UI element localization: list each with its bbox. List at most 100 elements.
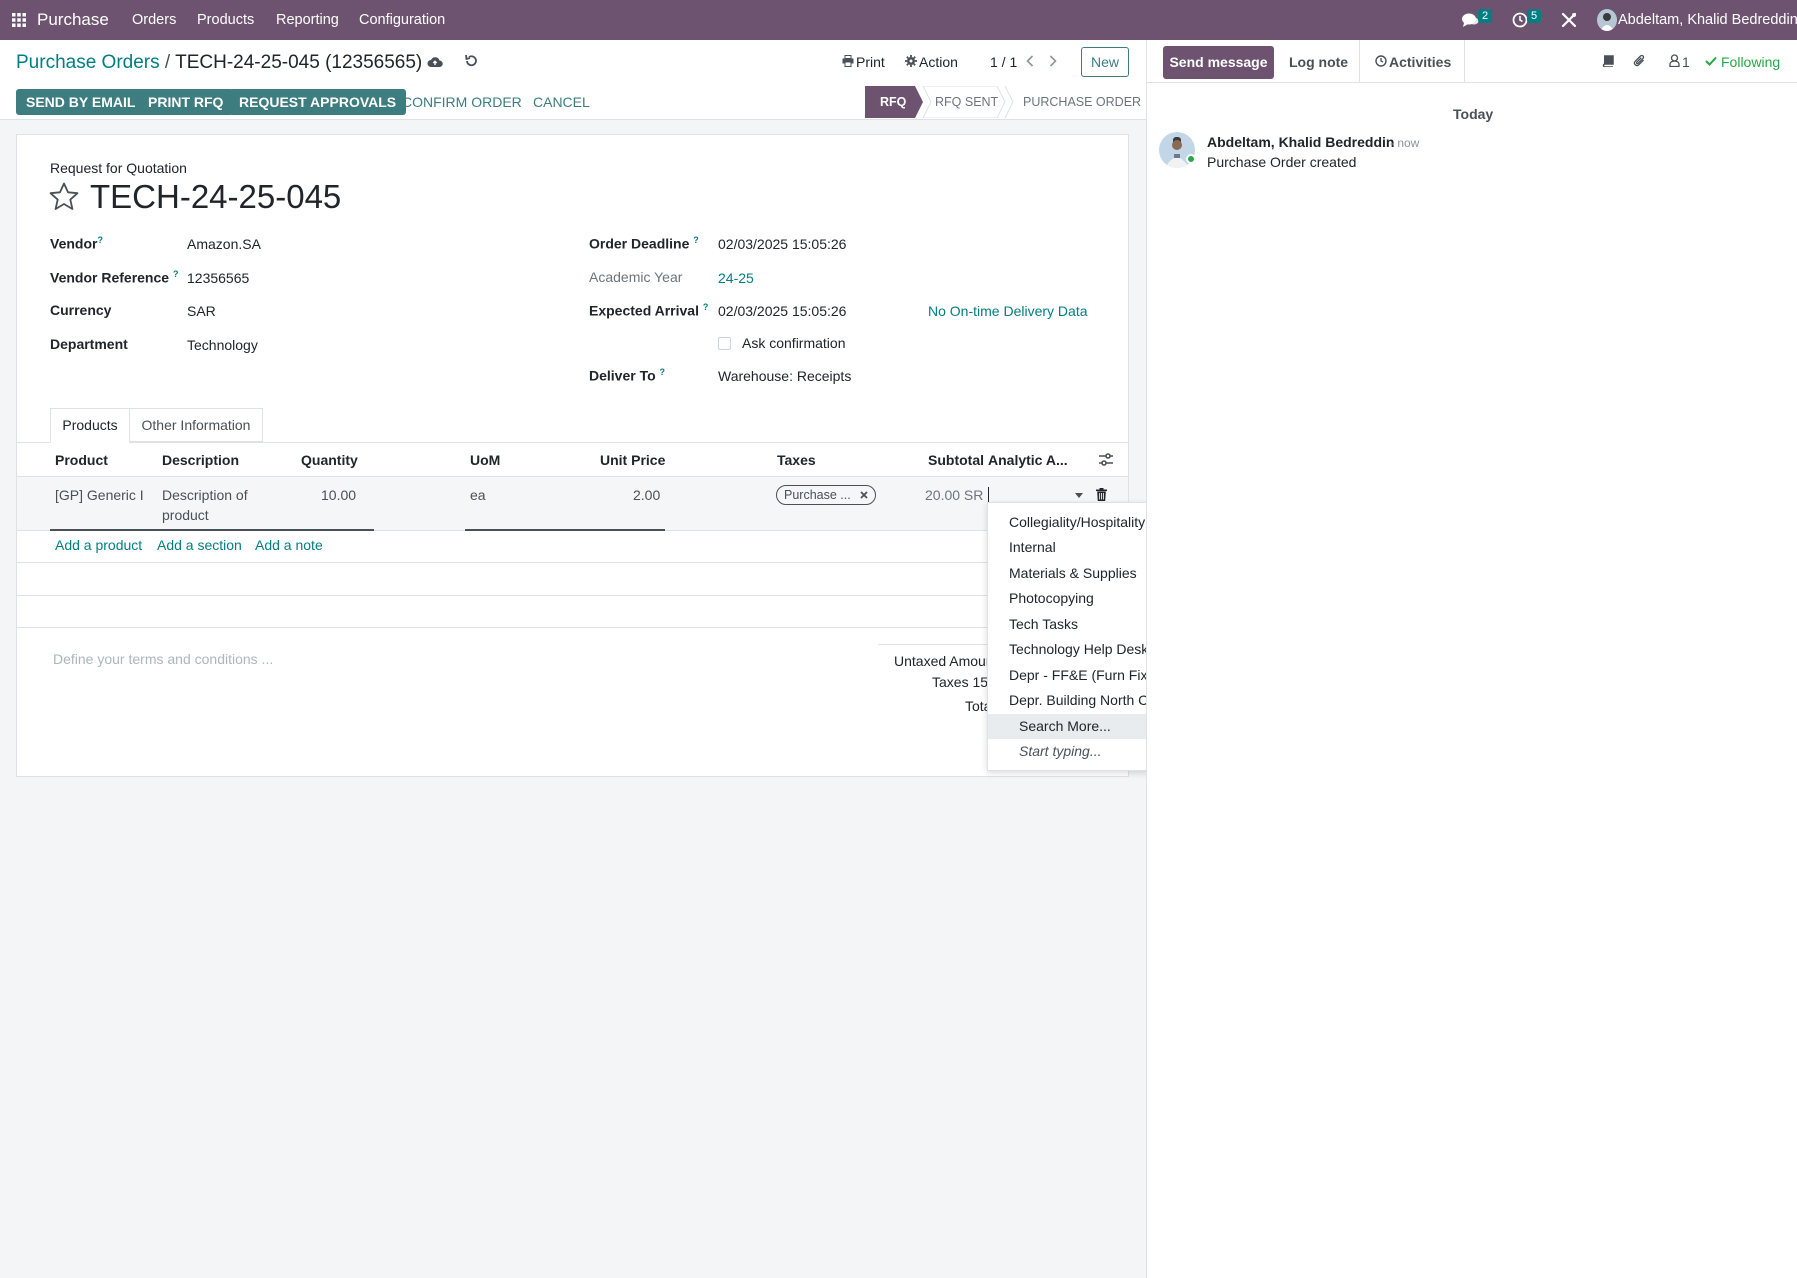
stage-rfq[interactable]: RFQ: [880, 95, 906, 110]
action-button[interactable]: Action: [919, 54, 958, 71]
col-subtotal[interactable]: Subtotal: [928, 452, 984, 469]
col-product[interactable]: Product: [55, 452, 108, 469]
following-button[interactable]: Following: [1721, 54, 1780, 71]
line-input-underline-2: [465, 529, 665, 531]
chatter-divider: [1464, 40, 1465, 82]
breadcrumb-parent[interactable]: Purchase Orders: [16, 52, 160, 73]
expected-arrival-field[interactable]: 02/03/2025 15:05:26: [718, 303, 846, 319]
vendor-field[interactable]: Amazon.SA: [187, 236, 261, 252]
cancel-button[interactable]: CANCEL: [527, 89, 596, 115]
line-unit-price-field[interactable]: 2.00: [633, 487, 660, 504]
chatter-divider: [1359, 40, 1360, 82]
confirm-order-button[interactable]: CONFIRM ORDER: [396, 89, 528, 115]
log-note-button[interactable]: Log note: [1289, 54, 1348, 71]
chatter-topbar-border: [1147, 82, 1797, 83]
tab-other-information[interactable]: Other Information: [130, 408, 263, 442]
discard-undo-icon[interactable]: [464, 54, 478, 68]
add-product-link[interactable]: Add a product: [55, 537, 142, 554]
followers-count[interactable]: 1: [1682, 54, 1690, 71]
line-product-field[interactable]: [GP] Generic I: [55, 487, 144, 504]
untaxed-amount-label: Untaxed Amour: [894, 653, 991, 669]
tax-tag[interactable]: Purchase ...: [776, 485, 876, 505]
document-type: Request for Quotation: [50, 160, 187, 176]
followers-person-icon[interactable]: [1669, 54, 1680, 67]
line-quantity-field[interactable]: 10.00: [321, 487, 356, 504]
pager[interactable]: 1 / 1: [990, 54, 1017, 71]
vendor-label: Vendor?: [50, 235, 103, 252]
tab-products[interactable]: Products: [50, 408, 130, 443]
menu-products[interactable]: Products: [197, 12, 254, 29]
currency-field[interactable]: SAR: [187, 303, 216, 319]
terms-and-conditions-input[interactable]: Define your terms and conditions ...: [53, 651, 273, 668]
col-unit-price[interactable]: Unit Price: [600, 452, 665, 469]
tag-remove-icon[interactable]: [860, 491, 868, 499]
send-message-button[interactable]: Send message: [1163, 46, 1274, 79]
gear-icon[interactable]: [905, 55, 917, 67]
chatter-panel: Send message Log note Activities 1 Follo…: [1146, 40, 1797, 1278]
optional-columns-sliders-icon[interactable]: [1099, 453, 1113, 466]
expected-arrival-label: Expected Arrival ?: [589, 302, 709, 319]
request-approvals-button[interactable]: REQUEST APPROVALS: [229, 89, 407, 115]
menu-configuration[interactable]: Configuration: [359, 12, 445, 29]
col-taxes[interactable]: Taxes: [777, 452, 816, 469]
online-status-dot: [1186, 154, 1196, 164]
menu-orders[interactable]: Orders: [132, 12, 176, 29]
menu-reporting[interactable]: Reporting: [276, 12, 339, 29]
activities-clock-icon[interactable]: [1375, 55, 1387, 67]
ontime-delivery-link[interactable]: No On-time Delivery Data: [928, 303, 1088, 319]
line-description-2[interactable]: product: [162, 507, 209, 524]
activities-button[interactable]: Activities: [1389, 54, 1451, 71]
message-time: - now: [1390, 136, 1420, 150]
messages-badge: 2: [1478, 9, 1493, 23]
new-button[interactable]: New: [1081, 47, 1129, 77]
message-author[interactable]: Abdeltam, Khalid Bedreddin: [1207, 134, 1394, 151]
vendor-reference-field[interactable]: 12356565: [187, 270, 249, 286]
totals-divider: [878, 644, 988, 645]
app-name[interactable]: Purchase: [37, 10, 109, 30]
line-input-underline: [50, 529, 374, 531]
department-field[interactable]: Technology: [187, 337, 258, 353]
save-cloud-icon[interactable]: [427, 55, 443, 68]
deliver-to-field[interactable]: Warehouse: Receipts: [718, 368, 851, 384]
lines-header: Product Description Quantity UoM Unit Pr…: [17, 443, 1128, 477]
academic-year-field[interactable]: 24-25: [718, 270, 754, 286]
row-divider: [17, 627, 1128, 628]
print-rfq-button[interactable]: PRINT RFQ: [138, 89, 234, 115]
breadcrumb: Purchase Orders / TECH-24-25-045 (123565…: [16, 52, 422, 75]
user-avatar[interactable]: [1597, 9, 1617, 31]
department-label: Department: [50, 336, 128, 352]
paperclip-icon[interactable]: [1633, 54, 1646, 68]
user-name[interactable]: Abdeltam, Khalid Bedreddin: [1618, 12, 1797, 29]
activity-clock-icon[interactable]: [1512, 12, 1528, 28]
col-quantity[interactable]: Quantity: [301, 452, 358, 469]
line-uom-field[interactable]: ea: [470, 487, 486, 504]
stage-purchase-order[interactable]: PURCHASE ORDER: [1023, 95, 1141, 110]
order-deadline-field[interactable]: 02/03/2025 15:05:26: [718, 236, 846, 252]
line-description-1[interactable]: Description of: [162, 487, 248, 504]
breadcrumb-current: TECH-24-25-045 (12356565): [175, 52, 423, 73]
messages-icon[interactable]: [1462, 12, 1479, 28]
favorite-star-icon[interactable]: [49, 182, 79, 211]
message-body: Purchase Order created: [1207, 154, 1357, 170]
stage-rfq-sent[interactable]: RFQ SENT: [935, 95, 998, 110]
col-analytic[interactable]: Analytic A...: [988, 452, 1068, 469]
trash-icon[interactable]: [1096, 488, 1107, 501]
col-description[interactable]: Description: [162, 452, 239, 469]
ask-confirmation-label: Ask confirmation: [742, 335, 846, 351]
app-grid-icon[interactable]: [12, 13, 26, 27]
add-note-link[interactable]: Add a note: [255, 537, 323, 554]
record-name[interactable]: TECH-24-25-045: [90, 177, 341, 217]
table-row[interactable]: [GP] Generic I Description of product 10…: [17, 477, 1128, 531]
chevron-left-icon[interactable]: [1026, 55, 1034, 67]
send-by-email-button[interactable]: SEND BY EMAIL: [16, 89, 146, 115]
add-section-link[interactable]: Add a section: [157, 537, 242, 554]
caret-down-icon[interactable]: [1075, 493, 1083, 498]
tools-icon[interactable]: [1560, 11, 1578, 29]
col-uom[interactable]: UoM: [470, 452, 500, 469]
print-button[interactable]: Print: [856, 54, 885, 71]
chevron-right-icon[interactable]: [1049, 55, 1057, 67]
ask-confirmation-checkbox[interactable]: [718, 337, 731, 350]
print-icon[interactable]: [842, 55, 854, 67]
book-icon[interactable]: [1602, 55, 1614, 67]
academic-year-label: Academic Year: [589, 269, 683, 285]
